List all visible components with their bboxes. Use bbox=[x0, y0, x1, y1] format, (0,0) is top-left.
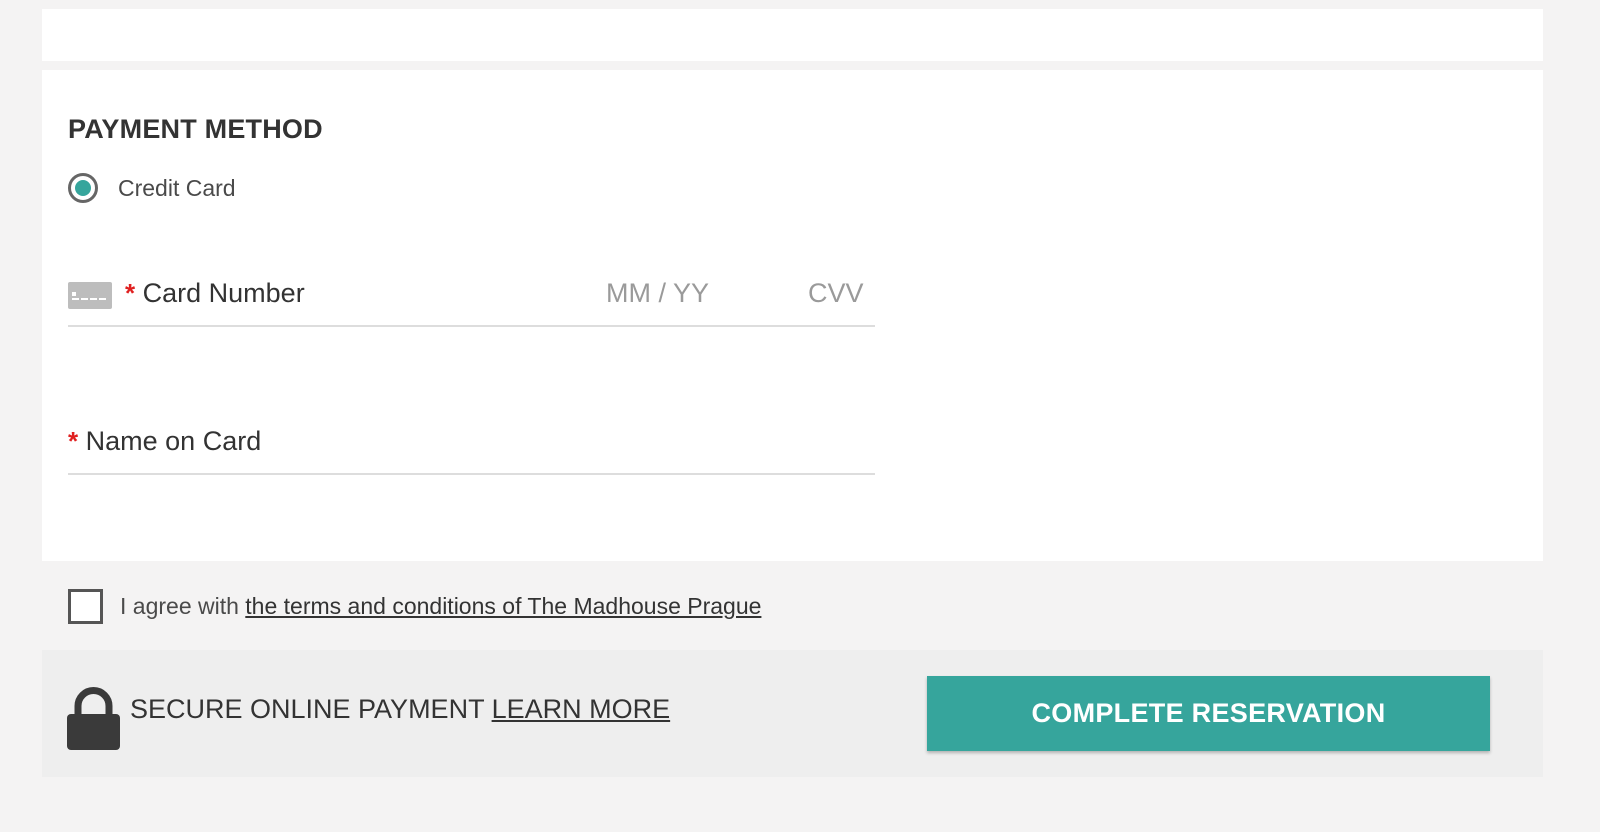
name-on-card-field[interactable]: * Name on Card bbox=[68, 408, 875, 475]
secure-payment-text: SECURE ONLINE PAYMENT bbox=[130, 694, 485, 724]
cvv-field[interactable]: CVV bbox=[808, 278, 875, 309]
required-marker: * bbox=[68, 426, 79, 456]
card-number-field[interactable]: * Card Number bbox=[125, 278, 305, 309]
expiry-date-field[interactable]: MM / YY bbox=[606, 278, 736, 309]
terms-agreement-row: I agree with the terms and conditions of… bbox=[68, 588, 761, 624]
name-on-card-label-wrap: * Name on Card bbox=[68, 426, 261, 457]
card-number-label: Card Number bbox=[142, 278, 305, 308]
credit-card-radio[interactable] bbox=[68, 173, 98, 203]
radio-selected-dot bbox=[75, 180, 91, 196]
terms-agreement-text: I agree with the terms and conditions of… bbox=[120, 593, 761, 620]
terms-prefix: I agree with bbox=[120, 592, 246, 619]
required-marker: * bbox=[125, 278, 136, 308]
lock-icon bbox=[67, 687, 120, 750]
payment-method-title: PAYMENT METHOD bbox=[68, 114, 323, 144]
name-on-card-label: Name on Card bbox=[85, 426, 262, 456]
terms-checkbox[interactable] bbox=[68, 588, 103, 624]
secure-payment-notice: SECURE ONLINE PAYMENT LEARN MORE bbox=[130, 694, 670, 725]
payment-footer: SECURE ONLINE PAYMENT LEARN MORE COMPLET… bbox=[42, 650, 1543, 777]
payment-method-section: PAYMENT METHOD Credit Card * Card Number… bbox=[42, 70, 1543, 561]
learn-more-link[interactable]: LEARN MORE bbox=[492, 694, 671, 724]
credit-card-label[interactable]: Credit Card bbox=[118, 175, 236, 202]
credit-card-icon bbox=[68, 282, 112, 309]
terms-link[interactable]: the terms and conditions of The Madhouse… bbox=[245, 593, 761, 619]
credit-card-option[interactable]: Credit Card bbox=[68, 170, 236, 206]
complete-reservation-button[interactable]: COMPLETE RESERVATION bbox=[927, 676, 1490, 751]
card-details-row: * Card Number MM / YY CVV bbox=[68, 258, 875, 327]
previous-section-card bbox=[42, 9, 1543, 61]
